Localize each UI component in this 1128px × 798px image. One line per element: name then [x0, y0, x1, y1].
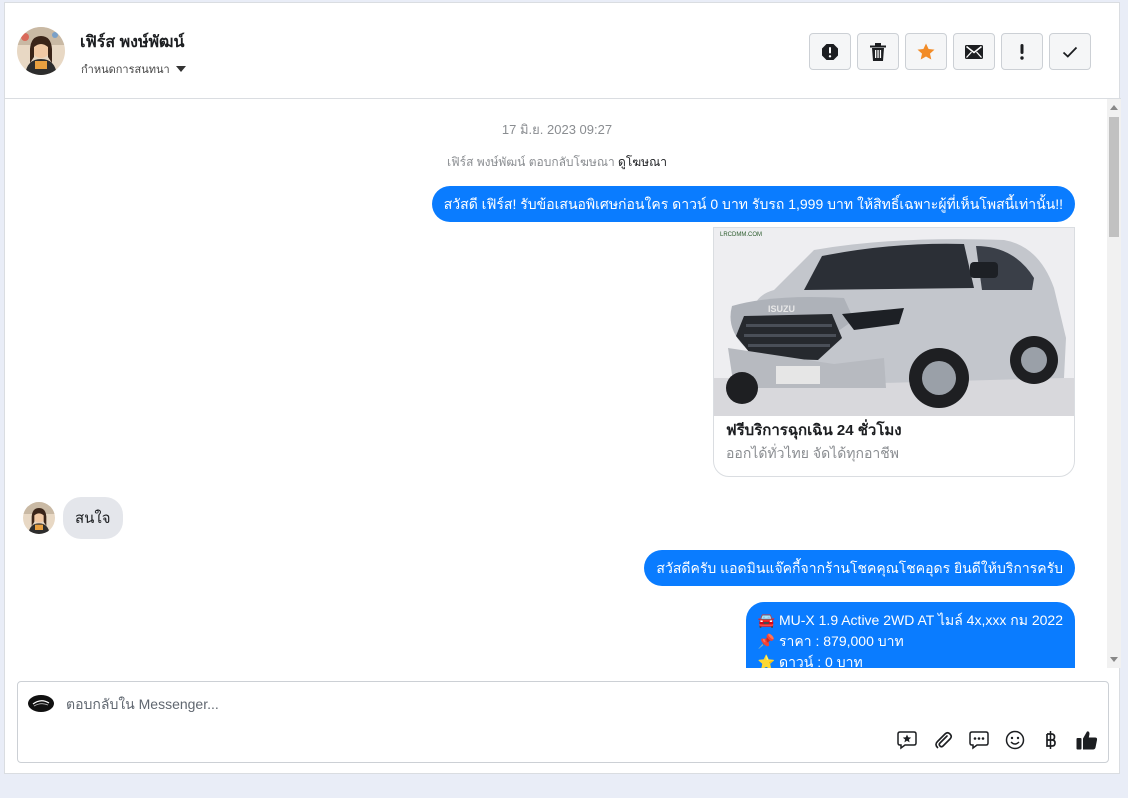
spam-report-button[interactable]: [809, 33, 851, 70]
header-toolbar: [809, 33, 1091, 70]
exclamation-icon: [1020, 43, 1024, 60]
message-composer: [17, 681, 1109, 763]
emoji-button[interactable]: [1004, 729, 1026, 751]
outgoing-message: สวัสดีครับ แอดมินแจ๊คกี้จากร้านโชคคุณโชค…: [644, 550, 1075, 586]
scroll-down-arrow-icon[interactable]: [1110, 657, 1118, 662]
assign-label: กำหนดการสนทนา: [81, 64, 170, 76]
caret-down-icon: [175, 65, 186, 72]
envelope-icon: [965, 44, 983, 59]
ad-reply-notice: เฟิร์ส พงษ์พัฒน์ ตอบกลับโฆษณา ดูโฆษณา: [5, 153, 1109, 172]
chat-icon: [969, 731, 989, 750]
saved-reply-button[interactable]: [896, 729, 918, 751]
contact-name: เฟิร์ส พงษ์พัฒน์: [80, 34, 185, 51]
outgoing-message-multiline: 🚘 MU-X 1.9 Active 2WD AT ไมล์ 4x,xxx กม …: [745, 602, 1075, 668]
car-image: LRCDMM.COM ISUZU: [714, 228, 1074, 416]
contact-avatar-small: [23, 502, 55, 534]
ad-reply-text: เฟิร์ส พงษ์พัฒน์ ตอบกลับโฆษณา: [447, 155, 615, 169]
car-brand-text: ISUZU: [768, 304, 795, 314]
message-line: 🚘 MU-X 1.9 Active 2WD AT ไมล์ 4x,xxx กม …: [757, 612, 1063, 628]
scroll-up-arrow-icon[interactable]: [1110, 105, 1118, 110]
checkmark-icon: [1062, 46, 1078, 58]
conversation-header: เฟิร์ส พงษ์พัฒน์ กำหนดการสนทนา: [5, 3, 1121, 99]
message-line: 📌 ราคา : 879,000 บาท: [757, 633, 904, 649]
emoji-icon: [1005, 730, 1025, 750]
attachment-icon: [935, 731, 953, 749]
trash-icon: [870, 42, 886, 61]
attach-file-button[interactable]: [932, 729, 954, 751]
ad-logo-text: LRCDMM.COM: [720, 232, 762, 238]
chat-button[interactable]: [968, 729, 990, 751]
send-like-button[interactable]: [1076, 729, 1098, 751]
view-ad-link[interactable]: ดูโฆษณา: [618, 155, 667, 169]
baht-icon: [1046, 731, 1056, 749]
conversation-panel: เฟิร์ส พงษ์พัฒน์ กำหนดการสนทนา 17 มิ.ย. …: [4, 2, 1121, 774]
outgoing-message: สวัสดี เฟิร์ส! รับข้อเสนอพิเศษก่อนใคร ดา…: [431, 186, 1075, 222]
assign-conversation-dropdown[interactable]: กำหนดการสนทนา: [81, 60, 186, 78]
page-logo-icon: [28, 695, 54, 712]
message-thread[interactable]: 17 มิ.ย. 2023 09:27 เฟิร์ส พงษ์พัฒน์ ตอบ…: [5, 99, 1121, 668]
scroll-thumb[interactable]: [1109, 117, 1119, 237]
mark-done-button[interactable]: [1049, 33, 1091, 70]
star-button[interactable]: [905, 33, 947, 70]
message-line: ⭐ ดาวน์ : 0 บาท: [757, 654, 863, 668]
payment-button[interactable]: [1040, 729, 1062, 751]
ad-card-title: ฟรีบริการฉุกเฉิน 24 ชั่วโมง: [726, 422, 902, 439]
ad-card[interactable]: LRCDMM.COM ISUZU ฟรีบริการฉุกเฉิน 24 ชั่…: [713, 227, 1075, 477]
incoming-message-row: สนใจ: [23, 497, 123, 539]
delete-button[interactable]: [857, 33, 899, 70]
alert-octagon-icon: [822, 43, 838, 60]
mark-unread-button[interactable]: [953, 33, 995, 70]
thread-timestamp: 17 มิ.ย. 2023 09:27: [501, 122, 613, 137]
follow-up-button[interactable]: [1001, 33, 1043, 70]
reply-input[interactable]: [66, 694, 766, 714]
star-icon: [917, 43, 935, 59]
thumbs-up-icon: [1076, 731, 1098, 750]
thread-scrollbar[interactable]: [1107, 99, 1121, 668]
composer-toolbar: [896, 729, 1098, 751]
incoming-message: สนใจ: [63, 497, 123, 539]
ad-card-subtitle: ออกได้ทั่วไทย จัดได้ทุกอาชีพ: [726, 445, 900, 461]
saved-reply-icon: [897, 731, 917, 750]
contact-avatar[interactable]: [17, 27, 65, 75]
